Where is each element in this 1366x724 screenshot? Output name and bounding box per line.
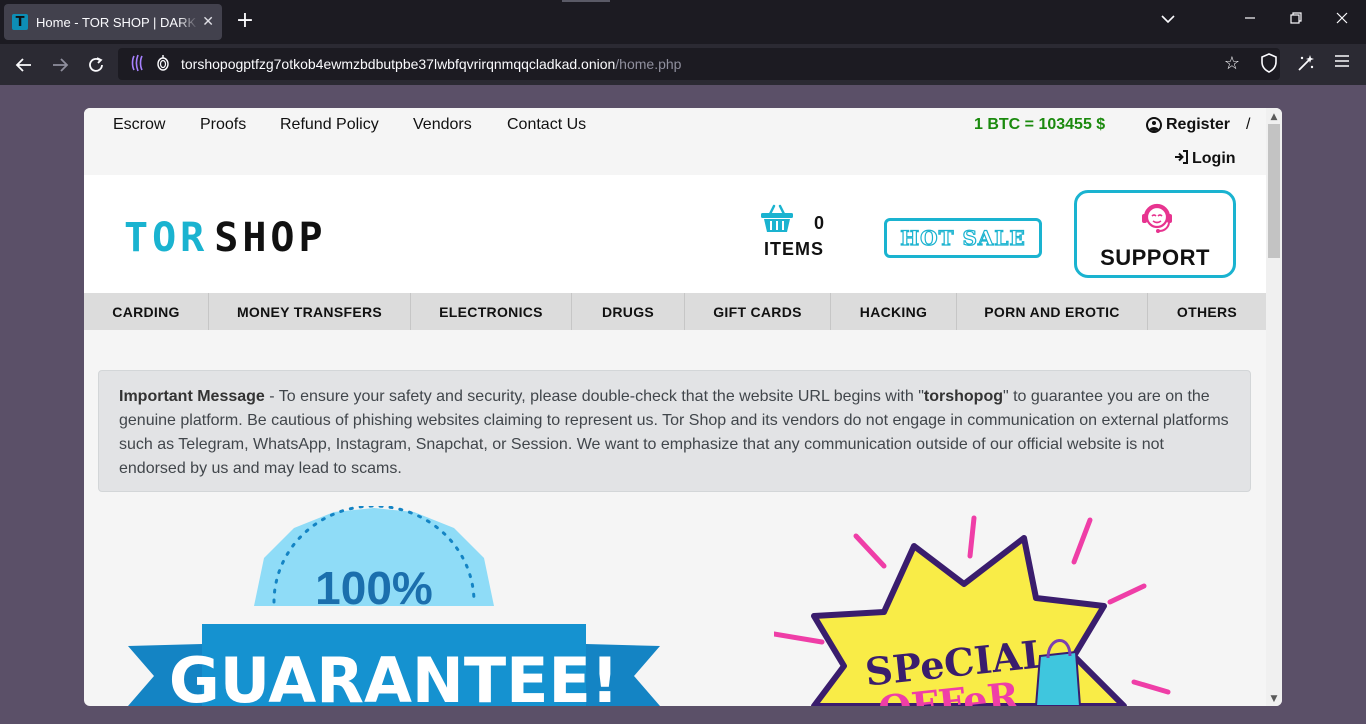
headset-agent-icon — [1142, 203, 1172, 233]
logo-tor: TOR — [124, 215, 209, 261]
minimize-icon[interactable] — [1244, 12, 1256, 28]
list-all-tabs-icon[interactable] — [1160, 12, 1176, 28]
site-header: TOR SHOP 0 ITEMS HOT SALE SUPPORT — [84, 175, 1266, 293]
url-path: /home.php — [615, 56, 682, 72]
logo-shop: SHOP — [214, 215, 327, 261]
login-label: Login — [1192, 150, 1236, 167]
reload-icon[interactable] — [84, 53, 108, 77]
url-text[interactable]: torshopogptfzg7otkob4ewmzbdbutpbe37lwbfq… — [181, 56, 681, 72]
category-electronics[interactable]: ELECTRONICS — [411, 293, 572, 330]
browser-tab[interactable]: T Home - TOR SHOP | DARK WEB ✕ — [4, 4, 222, 40]
burst-ray — [1131, 679, 1171, 695]
new-tab-button[interactable]: + — [234, 10, 256, 34]
nav-link-contact-us[interactable]: Contact Us — [507, 116, 586, 134]
nav-link-proofs[interactable]: Proofs — [200, 116, 246, 134]
category-menu: CARDING MONEY TRANSFERS ELECTRONICS DRUG… — [84, 293, 1266, 330]
web-page: Escrow Proofs Refund Policy Vendors Cont… — [84, 108, 1282, 706]
category-carding[interactable]: CARDING — [84, 293, 209, 330]
page-scrollbar[interactable]: ▲ ▼ — [1266, 108, 1282, 706]
back-icon[interactable] — [12, 53, 36, 77]
extensions-icon[interactable] — [1296, 53, 1316, 78]
hot-sale-label: HOT SALE — [900, 225, 1026, 250]
tab-favicon-icon: T — [12, 14, 28, 30]
cart-count[interactable]: 0 — [814, 213, 824, 234]
category-porn-and-erotic[interactable]: PORN AND EROTIC — [957, 293, 1148, 330]
burst-ray — [1107, 583, 1147, 605]
site-logo[interactable]: TOR SHOP — [124, 215, 327, 261]
special-offer-banner[interactable]: SPeCIAL OFFeR — [774, 506, 1254, 706]
tab-bar: T Home - TOR SHOP | DARK WEB ✕ + — [0, 0, 1366, 44]
guarantee-word: GUARANTEE! — [169, 644, 619, 706]
alert-title: Important Message — [119, 388, 265, 405]
category-gift-cards[interactable]: GIFT CARDS — [685, 293, 831, 330]
url-host: torshopogptfzg7otkob4ewmzbdbutpbe37lwbfq… — [181, 56, 616, 72]
guarantee-banner[interactable]: 100% GUARANTEE! — [124, 506, 664, 706]
burst-ray — [774, 631, 825, 645]
shopping-bag-icon — [1034, 650, 1082, 706]
login-link[interactable]: Login — [1174, 150, 1236, 168]
category-drugs[interactable]: DRUGS — [572, 293, 685, 330]
burst-ray — [1071, 517, 1093, 565]
hot-sale-button[interactable]: HOT SALE — [884, 218, 1042, 258]
scroll-up-arrow-icon[interactable]: ▲ — [1266, 110, 1282, 124]
alert-text-1: - To ensure your safety and security, pl… — [264, 388, 924, 405]
top-navigation: Escrow Proofs Refund Policy Vendors Cont… — [84, 108, 1266, 175]
important-message-alert: Important Message - To ensure your safet… — [98, 370, 1251, 492]
tab-title: Home - TOR SHOP | DARK WEB — [36, 14, 198, 30]
bookmark-star-icon[interactable]: ☆ — [1224, 53, 1240, 74]
support-label: SUPPORT — [1100, 245, 1210, 270]
address-bar[interactable]: torshopogptfzg7otkob4ewmzbdbutpbe37lwbfq… — [118, 48, 1280, 80]
nav-link-escrow[interactable]: Escrow — [113, 116, 165, 134]
user-circle-icon — [1146, 117, 1162, 133]
onion-icon[interactable] — [128, 54, 148, 74]
btc-rate: 1 BTC = 103455 $ — [974, 116, 1106, 133]
close-window-icon[interactable] — [1336, 12, 1348, 28]
register-link[interactable]: Register — [1146, 116, 1230, 134]
guarantee-percent: 100% — [315, 562, 433, 614]
close-tab-icon[interactable]: ✕ — [202, 14, 214, 30]
shield-icon[interactable] — [1260, 53, 1278, 78]
register-label: Register — [1166, 116, 1231, 133]
restore-icon[interactable] — [1290, 12, 1302, 28]
cart-items-label[interactable]: ITEMS — [764, 239, 824, 260]
auth-separator: / — [1246, 116, 1251, 133]
menu-icon[interactable] — [1334, 53, 1350, 73]
scroll-thumb[interactable] — [1268, 124, 1280, 258]
category-others[interactable]: OTHERS — [1148, 293, 1266, 330]
shopping-basket-icon[interactable] — [760, 203, 794, 233]
scroll-down-arrow-icon[interactable]: ▼ — [1266, 692, 1282, 706]
nav-link-refund-policy[interactable]: Refund Policy — [280, 116, 379, 134]
sign-in-icon — [1174, 150, 1188, 168]
navigation-toolbar: torshopogptfzg7otkob4ewmzbdbutpbe37lwbfq… — [0, 44, 1366, 85]
category-money-transfers[interactable]: MONEY TRANSFERS — [209, 293, 411, 330]
support-button[interactable]: SUPPORT — [1074, 190, 1236, 278]
category-hacking[interactable]: HACKING — [831, 293, 957, 330]
burst-ray — [967, 515, 977, 559]
alert-keyword: torshopog — [923, 388, 1003, 405]
burst-ray — [853, 533, 887, 569]
nav-link-vendors[interactable]: Vendors — [413, 116, 472, 134]
forward-icon[interactable] — [48, 53, 72, 77]
site-info-icon[interactable] — [156, 54, 172, 74]
tab-bar-divider — [562, 0, 610, 2]
